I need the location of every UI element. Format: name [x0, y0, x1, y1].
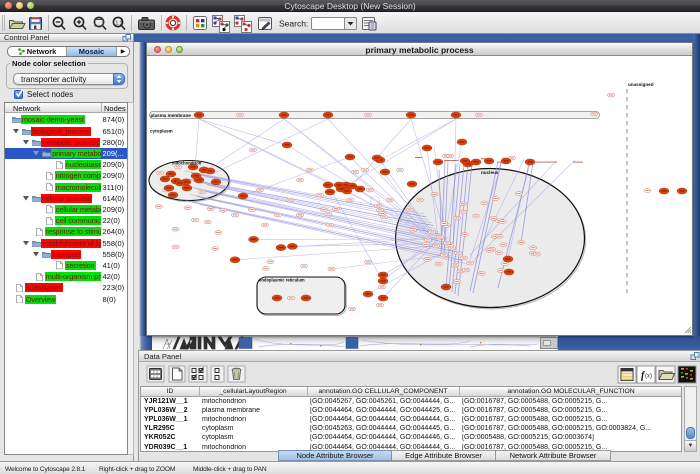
svg-text:mitochondrion: mitochondrion — [172, 161, 202, 166]
svg-text:unassigned: unassigned — [628, 82, 654, 87]
svg-text:1:1: 1:1 — [116, 21, 123, 27]
svg-text:Search:: Search: — [279, 19, 308, 29]
svg-text:endoplasmic reticulum: endoplasmic reticulum — [259, 278, 305, 283]
svg-text:plasma membrane: plasma membrane — [151, 113, 192, 118]
svg-text:(x): (x) — [645, 374, 652, 380]
svg-text:nucleus: nucleus — [481, 170, 499, 175]
svg-text:cytoplasm: cytoplasm — [150, 129, 173, 134]
